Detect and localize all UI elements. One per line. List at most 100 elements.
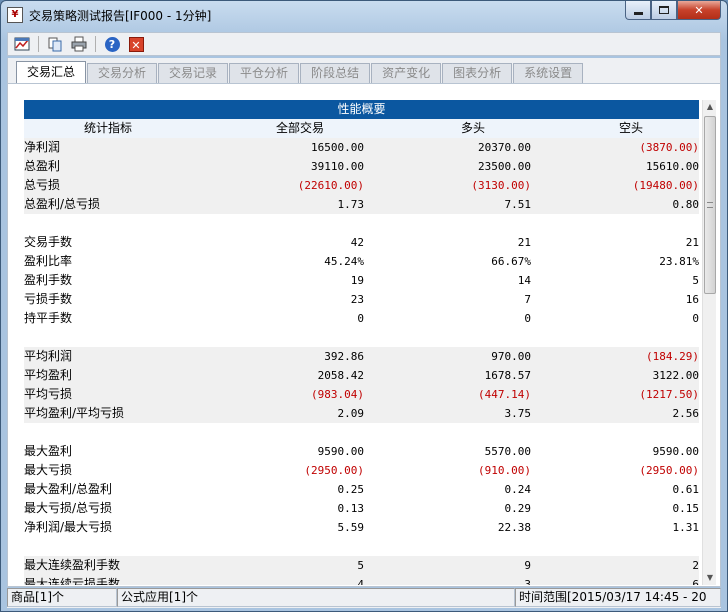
metric-label: 平均盈利/平均亏损 xyxy=(24,406,125,420)
all-trades-value: 5.59 xyxy=(337,521,365,534)
toolbar: ? ✕ xyxy=(7,32,721,56)
table-row: 总盈利/总亏损 1.73 7.51 0.80 xyxy=(24,195,699,214)
all-trades-value: 0.13 xyxy=(337,502,365,515)
metric-label: 总盈利 xyxy=(24,159,61,173)
long-value: (910.00) xyxy=(478,464,531,477)
tab-asset-change[interactable]: 资产变化 xyxy=(371,63,442,83)
metric-label: 盈利比率 xyxy=(24,254,73,268)
all-trades-value: (22610.00) xyxy=(297,179,364,192)
print-button[interactable] xyxy=(69,34,89,54)
long-value: 23500.00 xyxy=(478,160,531,173)
column-header-row: 统计指标 全部交易 多头 空头 xyxy=(24,119,699,138)
tab-period-summary[interactable]: 阶段总结 xyxy=(300,63,371,83)
scroll-down-arrow-icon[interactable]: ▼ xyxy=(703,571,717,585)
short-value: 0.61 xyxy=(672,483,700,496)
table-row: 最大连续盈利手数 5 9 2 xyxy=(24,556,699,575)
table-row: 最大亏损 (2950.00) (910.00) (2950.00) xyxy=(24,461,699,480)
tab-close-analysis[interactable]: 平仓分析 xyxy=(229,63,300,83)
long-value: 3.75 xyxy=(504,407,532,420)
table-row: 亏损手数 23 7 16 xyxy=(24,290,699,309)
copy-icon xyxy=(48,37,62,52)
table-row: 总亏损 (22610.00) (3130.00) (19480.00) xyxy=(24,176,699,195)
metric-label: 平均亏损 xyxy=(24,387,73,401)
all-trades-value: 19 xyxy=(350,274,364,287)
copy-button[interactable] xyxy=(45,34,65,54)
short-value: 0.15 xyxy=(672,502,700,515)
metric-label: 平均盈利 xyxy=(24,368,73,382)
section-title: 性能概要 xyxy=(24,100,699,119)
scroll-thumb[interactable] xyxy=(704,116,716,294)
window-controls: ✕ xyxy=(625,1,721,20)
table-row: 净利润/最大亏损 5.59 22.38 1.31 xyxy=(24,518,699,537)
short-value: 23.81% xyxy=(659,255,699,268)
all-trades-value: 5 xyxy=(357,559,364,572)
metric-label: 净利润 xyxy=(24,140,61,154)
short-value: 2 xyxy=(692,559,699,572)
all-trades-value: 39110.00 xyxy=(311,160,364,173)
help-button[interactable]: ? xyxy=(102,34,122,54)
report-window: ¥ 交易策略测试报告[IF000 - 1分钟] ✕ ? ✕ 交易汇总 交易分析 … xyxy=(0,0,728,612)
table-row: 净利润 16500.00 20370.00 (3870.00) xyxy=(24,138,699,157)
long-value: 14 xyxy=(517,274,531,287)
tab-trade-analysis[interactable]: 交易分析 xyxy=(87,63,158,83)
status-products: 商品[1]个 xyxy=(7,588,117,607)
metric-label: 最大连续盈利手数 xyxy=(24,558,121,572)
toolbar-separator xyxy=(38,36,39,52)
export-button[interactable] xyxy=(12,34,32,54)
column-header-long: 多头 xyxy=(460,121,485,135)
short-value: 0.80 xyxy=(672,198,700,211)
metric-label: 总盈利/总亏损 xyxy=(24,197,101,211)
tab-trade-records[interactable]: 交易记录 xyxy=(158,63,229,83)
exit-button[interactable]: ✕ xyxy=(126,34,146,54)
short-value: 21 xyxy=(685,236,699,249)
short-value: 0 xyxy=(692,312,699,325)
long-value: 9 xyxy=(524,559,531,572)
long-value: 22.38 xyxy=(497,521,531,534)
close-icon: ✕ xyxy=(694,3,704,17)
all-trades-value: (2950.00) xyxy=(304,464,364,477)
metric-label: 盈利手数 xyxy=(24,273,73,287)
long-value: 20370.00 xyxy=(478,141,531,154)
metric-label: 持平手数 xyxy=(24,311,73,325)
short-value: 16 xyxy=(685,293,699,306)
vertical-scrollbar[interactable]: ▲ ▼ xyxy=(702,100,716,585)
table-row: 平均盈利/平均亏损 2.09 3.75 2.56 xyxy=(24,404,699,423)
report-app-icon[interactable]: ¥ xyxy=(7,7,23,23)
maximize-button[interactable] xyxy=(651,1,677,20)
table-row: 最大连续亏损手数 4 3 6 xyxy=(24,575,699,585)
exit-icon: ✕ xyxy=(128,36,144,52)
tab-bar: 交易汇总 交易分析 交易记录 平仓分析 阶段总结 资产变化 图表分析 系统设置 xyxy=(7,58,721,84)
column-header-short: 空头 xyxy=(618,121,643,135)
all-trades-value: 42 xyxy=(350,236,364,249)
title-bar[interactable]: ¥ 交易策略测试报告[IF000 - 1分钟] ✕ xyxy=(1,1,727,29)
metric-label: 最大连续亏损手数 xyxy=(24,577,121,585)
status-formulas: 公式应用[1]个 xyxy=(117,588,515,607)
report-content[interactable]: 性能概要 统计指标 全部交易 多头 空头 净利润 16500.00 20370.00… xyxy=(24,100,699,585)
table-row: 平均亏损 (983.04) (447.14) (1217.50) xyxy=(24,385,699,404)
table-row: 最大盈利/总盈利 0.25 0.24 0.61 xyxy=(24,480,699,499)
all-trades-value: 0 xyxy=(357,312,364,325)
close-button[interactable]: ✕ xyxy=(677,1,721,20)
scroll-up-arrow-icon[interactable]: ▲ xyxy=(703,100,717,114)
tab-trade-summary[interactable]: 交易汇总 xyxy=(16,61,87,83)
minimize-button[interactable] xyxy=(625,1,651,20)
tab-chart-analysis[interactable]: 图表分析 xyxy=(442,63,513,83)
all-trades-value: 1.73 xyxy=(337,198,365,211)
table-row: 盈利手数 19 14 5 xyxy=(24,271,699,290)
column-header-all: 全部交易 xyxy=(275,121,324,135)
long-value: 0.24 xyxy=(504,483,532,496)
report-rows: 净利润 16500.00 20370.00 (3870.00) 总盈利 39110.00 2… xyxy=(24,138,699,585)
all-trades-value: (983.04) xyxy=(311,388,364,401)
tab-system-settings[interactable]: 系统设置 xyxy=(513,63,584,83)
long-value: 7.51 xyxy=(504,198,532,211)
all-trades-value: 2058.42 xyxy=(317,369,364,382)
toolbar-separator xyxy=(95,36,96,52)
column-header-metric: 统计指标 xyxy=(84,121,133,135)
all-trades-value: 16500.00 xyxy=(311,141,364,154)
table-row: 总盈利 39110.00 23500.00 15610.00 xyxy=(24,157,699,176)
all-trades-value: 23 xyxy=(350,293,364,306)
short-value: 1.31 xyxy=(672,521,700,534)
